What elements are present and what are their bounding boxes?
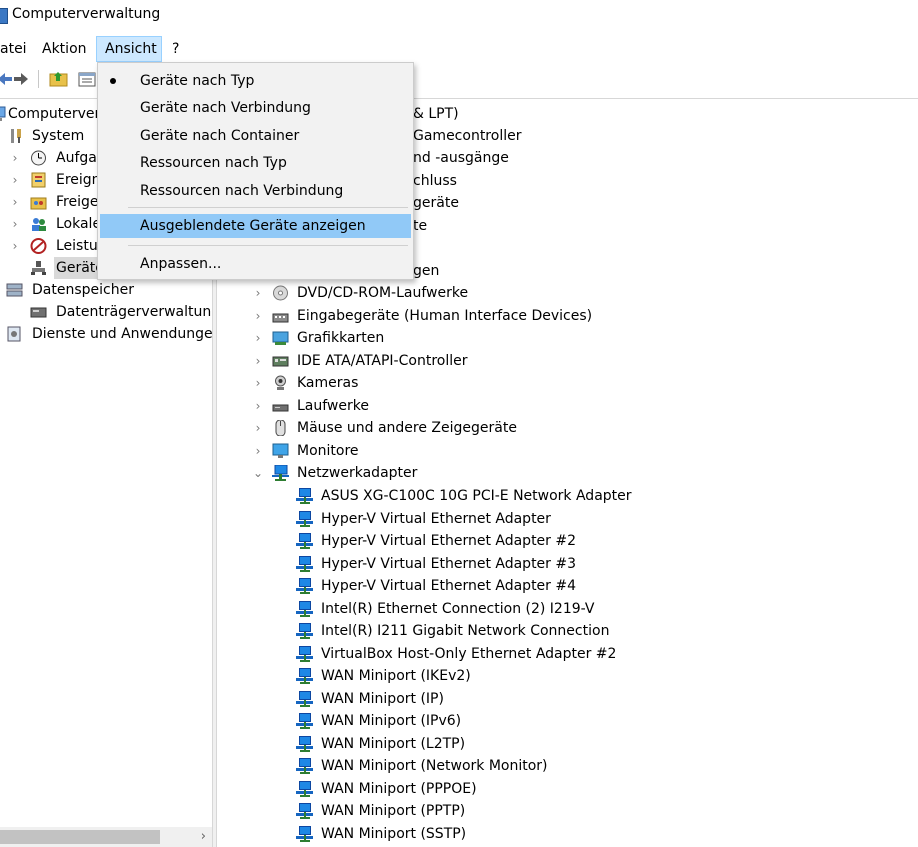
forward-arrow-icon[interactable] — [10, 68, 32, 90]
scroll-right-icon[interactable]: › — [201, 827, 206, 847]
menu-item-resources-by-connection[interactable]: Ressourcen nach Verbindung — [100, 179, 411, 203]
network-adapter-icon — [296, 758, 313, 774]
network-adapter-icon — [296, 713, 313, 729]
network-adapter-icon — [296, 533, 313, 549]
collapse-chevron-icon[interactable]: ⌄ — [252, 462, 264, 484]
dvd-drive-icon — [272, 285, 289, 301]
expand-chevron-icon[interactable]: › — [252, 282, 264, 304]
drive-icon — [272, 398, 289, 414]
monitor-icon — [272, 443, 289, 459]
expand-chevron-icon[interactable]: › — [9, 191, 21, 213]
network-adapter-icon — [296, 623, 313, 639]
menu-help[interactable]: ? — [164, 36, 187, 62]
network-adapter-icon — [296, 488, 313, 504]
event-viewer-icon — [30, 172, 47, 188]
network-adapter-icon — [296, 578, 313, 594]
title-bar: Computerverwaltung — [0, 0, 918, 32]
menu-item-resources-by-type[interactable]: Ressourcen nach Typ — [100, 151, 411, 175]
network-adapter-icon — [296, 601, 313, 617]
computer-management-icon — [0, 8, 8, 24]
ansicht-menu: Geräte nach Typ Geräte nach Verbindung G… — [97, 62, 414, 280]
computer-icon — [0, 106, 7, 122]
horizontal-scrollbar[interactable]: › — [0, 827, 212, 847]
console-tree-icon[interactable] — [76, 68, 98, 90]
ide-controller-icon — [272, 353, 289, 369]
network-adapter-icon — [296, 736, 313, 752]
network-adapter-icon — [296, 691, 313, 707]
menu-datei[interactable]: atei — [0, 36, 35, 62]
expand-chevron-icon[interactable]: › — [9, 169, 21, 191]
tools-icon — [8, 128, 25, 144]
menu-ansicht[interactable]: Ansicht — [96, 36, 162, 62]
network-adapter-icon — [296, 803, 313, 819]
clock-icon — [30, 150, 47, 166]
storage-icon — [6, 282, 23, 298]
menu-item-customize[interactable]: Anpassen... — [100, 252, 411, 276]
display-adapter-icon — [272, 330, 289, 346]
expand-chevron-icon[interactable]: › — [252, 350, 264, 372]
performance-icon — [30, 238, 47, 254]
menu-item-devices-by-type[interactable]: Geräte nach Typ — [100, 69, 411, 93]
users-icon — [30, 216, 47, 232]
expand-chevron-icon[interactable]: › — [252, 395, 264, 417]
menu-item-show-hidden-devices[interactable]: Ausgeblendete Geräte anzeigen — [100, 214, 411, 238]
network-adapter-icon — [272, 464, 289, 481]
menu-aktion[interactable]: Aktion — [34, 36, 95, 62]
up-folder-icon[interactable] — [48, 68, 70, 90]
camera-icon — [272, 375, 289, 391]
radio-selected-icon — [110, 78, 116, 84]
menu-item-devices-by-container[interactable]: Geräte nach Container — [100, 124, 411, 148]
window-title: Computerverwaltung — [12, 6, 161, 22]
network-adapter-icon — [296, 668, 313, 684]
expand-chevron-icon[interactable]: › — [252, 440, 264, 462]
expand-chevron-icon[interactable]: › — [252, 305, 264, 327]
network-adapter-icon — [296, 826, 313, 842]
network-adapter-icon — [296, 556, 313, 572]
menu-bar: atei Aktion Ansicht ? — [0, 36, 918, 62]
device-manager-icon — [30, 260, 47, 276]
hid-icon — [272, 308, 289, 324]
disk-icon — [30, 304, 47, 320]
services-icon — [6, 326, 23, 342]
network-adapter-icon — [296, 646, 313, 662]
network-adapter-icon — [296, 511, 313, 527]
menu-item-devices-by-connection[interactable]: Geräte nach Verbindung — [100, 96, 411, 120]
expand-chevron-icon[interactable]: › — [252, 327, 264, 349]
expand-chevron-icon[interactable]: › — [9, 235, 21, 257]
expand-chevron-icon[interactable]: › — [252, 372, 264, 394]
scrollbar-thumb[interactable] — [0, 830, 160, 844]
expand-chevron-icon[interactable]: › — [9, 213, 21, 235]
expand-chevron-icon[interactable]: › — [252, 417, 264, 439]
network-adapter-icon — [296, 781, 313, 797]
mouse-icon — [272, 419, 289, 437]
expand-chevron-icon[interactable]: › — [9, 147, 21, 169]
shared-folder-icon — [30, 194, 47, 210]
